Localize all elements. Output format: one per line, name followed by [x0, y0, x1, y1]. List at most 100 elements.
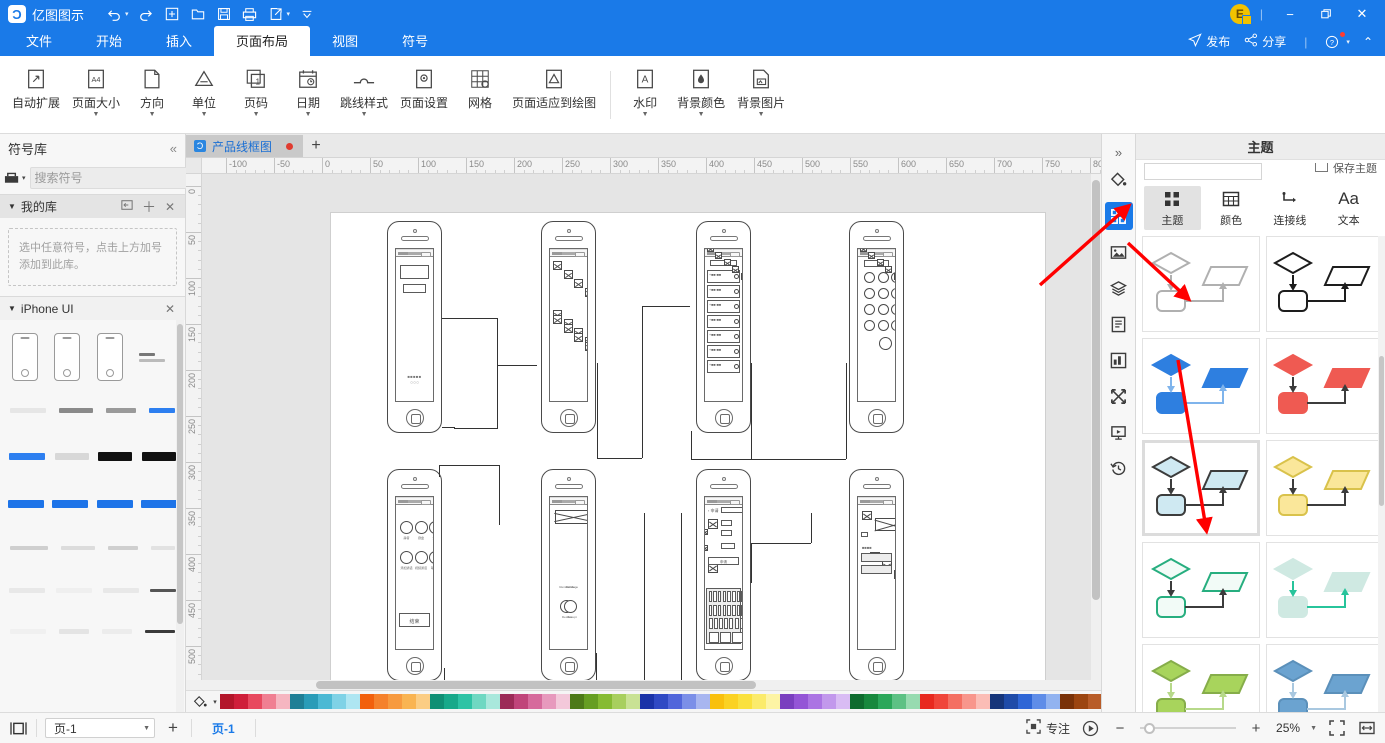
home-button[interactable] [405, 657, 424, 675]
library-symbol-row[interactable] [4, 432, 181, 480]
help-caret-icon[interactable]: ▾ [1346, 38, 1350, 46]
phone-incall-screen[interactable]: 静音键盘免提添加通话视频通话联系人结束 [387, 469, 442, 680]
ribbon-fit-page-to-drawing[interactable]: 页面适应到绘图 [506, 60, 602, 130]
key[interactable] [708, 604, 712, 616]
minimize-button[interactable]: − [1273, 1, 1307, 27]
chevron-down-icon[interactable]: ▼ [8, 304, 16, 313]
phone-clock-screen[interactable]: 时间 ■■■■■○○○ [387, 221, 442, 433]
present-icon[interactable] [1105, 418, 1133, 446]
accept-button[interactable] [564, 600, 577, 613]
chevron-down-icon[interactable]: ▼ [758, 111, 765, 119]
ribbon-background-color[interactable]: 背景颜色 ▼ [671, 60, 731, 130]
tab-connector[interactable]: 连接线 [1262, 186, 1319, 230]
menu-item-file[interactable]: 文件 [4, 26, 74, 56]
theme-card-theme-green-outline[interactable] [1142, 542, 1260, 638]
phone-detail-screen[interactable]: ■■■■ [849, 469, 904, 680]
color-swatch[interactable] [1060, 694, 1074, 709]
phone-grid-screen[interactable] [541, 221, 596, 433]
title-box[interactable]: 时间 [400, 265, 429, 293]
list-symbol[interactable] [150, 546, 175, 550]
misc-symbol[interactable] [101, 628, 132, 634]
home-button[interactable] [405, 409, 424, 427]
call-button[interactable] [879, 337, 892, 350]
key[interactable] [734, 618, 739, 629]
color-swatch[interactable] [766, 694, 780, 709]
dock-cell[interactable] [584, 342, 587, 351]
library-symbol-row[interactable] [4, 612, 181, 650]
ruler-corner[interactable] [186, 158, 202, 173]
key[interactable] [727, 604, 731, 616]
zoom-level-label[interactable]: 25% [1276, 721, 1300, 735]
color-swatch[interactable] [934, 694, 948, 709]
keypad-key[interactable] [864, 272, 875, 283]
menu-item-home[interactable]: 开始 [74, 26, 144, 56]
phone-screen[interactable] [549, 248, 588, 402]
library-symbols-list[interactable] [0, 320, 185, 712]
library-section-iphone-ui[interactable]: ▼ iPhone UI ✕ [0, 296, 185, 320]
theme-icon[interactable] [1104, 202, 1133, 230]
color-swatch[interactable] [1004, 694, 1018, 709]
color-swatch[interactable] [528, 694, 542, 709]
export-button[interactable] [264, 3, 288, 25]
fill-color-icon[interactable] [190, 695, 210, 709]
library-section-my-library[interactable]: ▼ 我的库 ＋ ✕ [0, 194, 185, 218]
list-symbol[interactable] [107, 546, 138, 550]
color-swatch[interactable] [962, 694, 976, 709]
theme-card-theme-mint[interactable] [1266, 542, 1380, 638]
key[interactable] [736, 591, 741, 602]
phone-screen[interactable]: ‹ 申请 申请 [704, 496, 743, 650]
color-swatch[interactable] [416, 694, 430, 709]
dock-cell[interactable] [553, 315, 562, 324]
color-swatch[interactable] [668, 694, 682, 709]
theme-name-field[interactable] [1144, 162, 1262, 180]
redo-button[interactable] [134, 3, 158, 25]
navbar-symbol[interactable] [105, 407, 136, 413]
key[interactable] [722, 591, 727, 602]
zoom-in-button[interactable]: + [1246, 718, 1266, 738]
chevron-down-icon[interactable]: ▼ [93, 111, 100, 119]
canvas-horizontal-scrollbar[interactable] [186, 680, 1101, 690]
tabbar-item[interactable] [868, 252, 876, 259]
library-symbol-row[interactable] [4, 480, 181, 528]
focus-mode-button[interactable]: 专注 [1026, 719, 1070, 737]
add-icon[interactable]: ＋ [140, 200, 158, 214]
home-button[interactable] [867, 657, 886, 675]
key[interactable] [736, 604, 741, 616]
key[interactable] [741, 604, 742, 616]
phone-keyboard-screen[interactable]: ‹ 申请 申请 [696, 469, 751, 680]
theme-card-theme-lime[interactable] [1142, 644, 1260, 712]
chevron-down-icon[interactable]: ▼ [642, 111, 649, 119]
color-swatch[interactable] [920, 694, 934, 709]
chevron-down-icon[interactable]: ▼ [361, 111, 368, 119]
row-2[interactable] [861, 565, 892, 574]
tab-color[interactable]: 颜色 [1203, 186, 1260, 230]
call-control-5[interactable] [429, 551, 433, 564]
canvas-vertical-scrollbar[interactable] [1091, 174, 1101, 680]
photo-placeholder[interactable] [555, 510, 587, 524]
expand-panel-button[interactable]: » [1102, 140, 1136, 164]
color-swatch[interactable] [794, 694, 808, 709]
library-symbol-row[interactable] [4, 528, 181, 568]
call-control-2[interactable] [429, 521, 433, 534]
close-icon[interactable]: ✕ [163, 200, 177, 214]
user-avatar[interactable]: E [1229, 4, 1252, 25]
chevron-down-icon[interactable]: ▼ [8, 202, 16, 211]
color-swatch[interactable] [276, 694, 290, 709]
ribbon-jumpline-style[interactable]: 跳线样式 ▼ [334, 60, 394, 130]
keypad-key[interactable] [891, 288, 895, 299]
home-button[interactable] [559, 409, 578, 427]
add-page-button[interactable]: + [163, 718, 183, 738]
home-button[interactable] [867, 409, 886, 427]
phone-screen[interactable]: ■■■■ [857, 496, 896, 650]
maximize-button[interactable] [1309, 1, 1343, 27]
submit-button[interactable]: 申请 [708, 557, 739, 565]
theme-scrollbar[interactable] [1378, 236, 1385, 712]
color-swatch[interactable] [514, 694, 528, 709]
color-swatch[interactable] [402, 694, 416, 709]
color-swatch[interactable] [906, 694, 920, 709]
color-swatch[interactable] [836, 694, 850, 709]
color-swatch[interactable] [724, 694, 738, 709]
color-swatch[interactable] [556, 694, 570, 709]
color-swatch[interactable] [220, 694, 234, 709]
keypad-key[interactable] [877, 272, 889, 283]
